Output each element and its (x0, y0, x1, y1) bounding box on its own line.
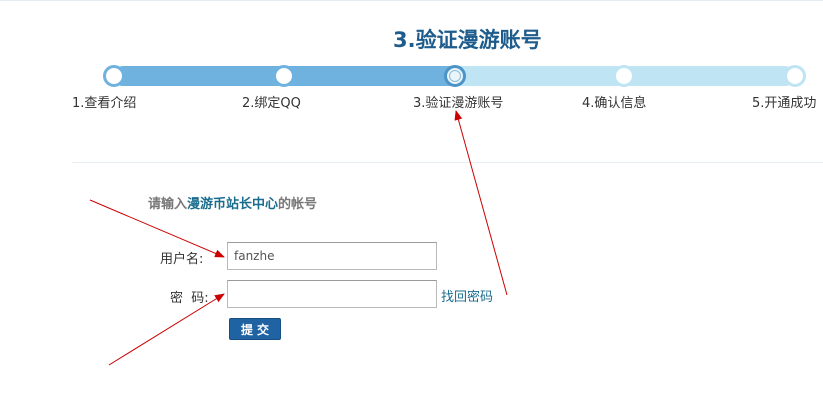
annotation-arrows (89, 110, 508, 366)
arrow-to-username (89, 199, 225, 258)
arrow-to-password (108, 293, 225, 366)
arrow-to-step-3 (454, 110, 508, 296)
